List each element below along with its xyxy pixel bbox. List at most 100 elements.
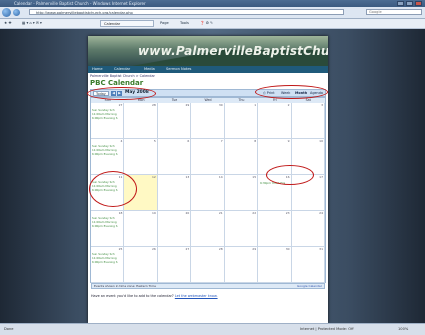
address-bar[interactable]: http://www.palmervillebaptistchurch.org/… xyxy=(29,9,344,15)
favorites-star-icon[interactable]: ★ ✚ xyxy=(4,20,11,27)
day-number[interactable]: 10 xyxy=(319,139,323,143)
calendar-day-cell[interactable]: 3 xyxy=(291,103,325,139)
calendar-day-cell[interactable]: 1 xyxy=(224,103,259,139)
day-number[interactable]: 6 xyxy=(187,139,189,143)
annotation-ring-views xyxy=(255,85,328,99)
google-calendar-button[interactable]: Google Calendar xyxy=(297,284,322,289)
nav-calendar[interactable]: Calendar xyxy=(114,67,130,72)
calendar-day-cell[interactable]: 25 Sun Sunday Sch 11:00am Morning 6:00pm Ev… xyxy=(91,247,125,283)
day-number[interactable]: 27 xyxy=(119,103,123,107)
calendar-day-cell[interactable]: 24 xyxy=(291,211,325,247)
calendar-day-cell[interactable]: 13 xyxy=(157,175,192,211)
day-number[interactable]: 23 xyxy=(286,211,290,215)
day-number[interactable]: 24 xyxy=(319,211,323,215)
page-title: PBC Calendar xyxy=(90,79,144,87)
calendar-day-cell[interactable]: 23 xyxy=(258,211,292,247)
day-number[interactable]: 9 xyxy=(288,139,290,143)
day-number[interactable]: 22 xyxy=(252,211,256,215)
search-input[interactable]: Google xyxy=(366,9,422,15)
day-number[interactable]: 8 xyxy=(254,139,256,143)
calendar-day-cell[interactable]: 2 xyxy=(258,103,292,139)
nav-sermon-notes[interactable]: Sermon Notes xyxy=(166,67,191,72)
calendar-day-cell[interactable]: 28 xyxy=(191,247,225,283)
toolbar-icons[interactable]: ▦ ▾ ⌂ ▾ ✉ ▾ xyxy=(22,20,42,27)
calendar-day-cell[interactable]: 27 Sun Sunday Sch 11:00am Morning 6:00pm Ev… xyxy=(91,103,125,139)
forward-button[interactable] xyxy=(13,9,20,16)
calendar-day-cell[interactable]: 4 Sun Sunday Sch 11:00am Morning 6:00pm Eve… xyxy=(91,139,125,175)
nav-media[interactable]: Media xyxy=(144,67,155,72)
day-number[interactable]: 29 xyxy=(185,103,189,107)
calendar-day-cell[interactable]: 30 xyxy=(191,103,225,139)
day-number[interactable]: 1 xyxy=(254,103,256,107)
annotation-ring-friday xyxy=(266,165,314,185)
zoom-level[interactable]: 100% xyxy=(398,327,408,331)
calendar-day-cell[interactable]: 7 xyxy=(191,139,225,175)
tools-menu[interactable]: Tools xyxy=(180,20,189,27)
day-number[interactable]: 28 xyxy=(152,103,156,107)
day-number[interactable]: 30 xyxy=(286,247,290,251)
help-icon[interactable]: ❓ ⚙ ✎ xyxy=(200,20,213,27)
minimize-button[interactable] xyxy=(397,1,404,6)
annotation-ring-sunday xyxy=(89,171,137,207)
calendar-day-cell[interactable]: 28 xyxy=(124,103,158,139)
day-number[interactable]: 29 xyxy=(252,247,256,251)
calendar-day-cell[interactable]: 18 Sun Sunday Sch 11:00am Morning 6:00pm Ev… xyxy=(91,211,125,247)
page-menu[interactable]: Page xyxy=(160,20,169,27)
calendar-day-cell[interactable]: 15 xyxy=(224,175,259,211)
breadcrumb[interactable]: Palmerville Baptist Church > Calendar xyxy=(90,74,155,78)
day-number[interactable]: 5 xyxy=(154,139,156,143)
event-link[interactable]: 6:00pm Evening S xyxy=(92,152,118,156)
day-number[interactable]: 19 xyxy=(152,211,156,215)
maximize-button[interactable] xyxy=(406,1,413,6)
event-link[interactable]: 6:00pm Evening S xyxy=(92,116,118,120)
day-number[interactable]: 31 xyxy=(319,247,323,251)
calendar-day-cell[interactable]: 31 xyxy=(291,247,325,283)
back-button[interactable] xyxy=(2,8,11,17)
nav-home[interactable]: Home xyxy=(92,67,103,72)
calendar-day-cell[interactable]: 14 xyxy=(191,175,225,211)
address-row: http://www.palmervillebaptistchurch.org/… xyxy=(0,7,425,19)
window-title: Calendar - Palmerville Baptist Church - … xyxy=(14,1,146,6)
status-bar: Done Internet | Protected Mode: Off 100% xyxy=(0,323,425,335)
calendar-day-cell[interactable]: 8 xyxy=(224,139,259,175)
calendar-day-cell[interactable]: 19 xyxy=(124,211,158,247)
day-number[interactable]: 25 xyxy=(119,247,123,251)
day-number[interactable]: 30 xyxy=(219,103,223,107)
security-zone: Internet | Protected Mode: Off xyxy=(300,327,354,331)
event-link[interactable]: 6:00pm Evening S xyxy=(92,260,118,264)
add-event-note: Have an event you'd like to add to the c… xyxy=(91,294,218,298)
calendar-day-cell[interactable]: 30 xyxy=(258,247,292,283)
calendar-day-cell[interactable]: 5 xyxy=(124,139,158,175)
day-number[interactable]: 26 xyxy=(152,247,156,251)
day-number[interactable]: 2 xyxy=(288,103,290,107)
day-number[interactable]: 7 xyxy=(221,139,223,143)
browser-tab[interactable]: Calendar xyxy=(100,20,154,27)
day-number[interactable]: 21 xyxy=(219,211,223,215)
calendar-day-cell[interactable]: 29 xyxy=(224,247,259,283)
calendar-day-cell[interactable]: 27 xyxy=(157,247,192,283)
site-nav: Home Calendar Media Sermon Notes xyxy=(88,66,328,73)
day-number[interactable]: 15 xyxy=(252,175,256,179)
calendar-day-cell[interactable]: 26 xyxy=(124,247,158,283)
site-logo[interactable]: www.PalmervilleBaptistChurch.org xyxy=(138,44,328,58)
day-number[interactable]: 17 xyxy=(319,175,323,179)
day-number[interactable]: 28 xyxy=(219,247,223,251)
calendar-day-cell[interactable]: 22 xyxy=(224,211,259,247)
day-number[interactable]: 4 xyxy=(121,139,123,143)
day-number[interactable]: 14 xyxy=(219,175,223,179)
webmaster-link[interactable]: Let the webmaster know. xyxy=(175,294,218,298)
day-number[interactable]: 3 xyxy=(321,103,323,107)
status-text: Done xyxy=(4,327,14,331)
calendar-day-cell[interactable]: 6 xyxy=(157,139,192,175)
event-link[interactable]: 6:00pm Evening S xyxy=(92,224,118,228)
day-number[interactable]: 12 xyxy=(152,175,156,179)
close-button[interactable] xyxy=(415,1,422,6)
day-number[interactable]: 13 xyxy=(185,175,189,179)
calendar-day-cell[interactable]: 20 xyxy=(157,211,192,247)
day-number[interactable]: 18 xyxy=(119,211,123,215)
day-number[interactable]: 27 xyxy=(185,247,189,251)
annotation-ring-today xyxy=(87,87,156,100)
calendar-day-cell[interactable]: 21 xyxy=(191,211,225,247)
calendar-day-cell[interactable]: 29 xyxy=(157,103,192,139)
day-number[interactable]: 20 xyxy=(185,211,189,215)
